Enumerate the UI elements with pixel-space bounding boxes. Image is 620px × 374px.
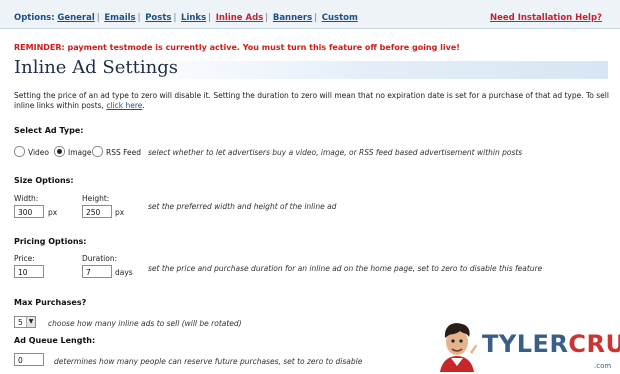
- radio-video-label: Video: [28, 148, 50, 157]
- price-input[interactable]: 10: [14, 265, 44, 278]
- brand-suffix: .com: [594, 362, 612, 370]
- chevron-down-icon[interactable]: ▼: [26, 317, 35, 327]
- nav-inline-ads[interactable]: Inline Ads: [216, 13, 264, 23]
- width-label: Width:: [14, 194, 39, 203]
- max-purchases-value: 5: [18, 318, 23, 327]
- radio-image-button[interactable]: [54, 146, 65, 157]
- testmode-reminder: REMINDER: payment testmode is currently …: [14, 43, 460, 52]
- queue-description: determines how many people can reserve f…: [54, 357, 363, 366]
- radio-image[interactable]: Image: [54, 146, 92, 157]
- width-input[interactable]: 300: [14, 205, 44, 218]
- price-label: Price:: [14, 254, 35, 263]
- radio-rss-button[interactable]: [92, 146, 103, 157]
- size-heading: Size Options:: [14, 176, 74, 185]
- height-input[interactable]: 250: [82, 205, 112, 218]
- width-unit: px: [48, 208, 58, 217]
- duration-input[interactable]: 7: [82, 265, 112, 278]
- radio-video-button[interactable]: [14, 146, 25, 157]
- pricing-heading: Pricing Options:: [14, 237, 87, 246]
- brand-logo: TYLERCRUZ: [482, 330, 620, 358]
- options-label: Options:: [14, 13, 55, 23]
- nav-posts[interactable]: Posts: [145, 13, 171, 23]
- intro-body: Setting the price of an ad type to zero …: [14, 91, 609, 110]
- nav-custom[interactable]: Custom: [322, 13, 358, 23]
- radio-rss-label: RSS Feed: [106, 148, 142, 157]
- radio-image-label: Image: [68, 148, 92, 157]
- inline-links-link[interactable]: click here: [106, 101, 142, 110]
- nav-general[interactable]: General: [57, 13, 94, 23]
- duration-label: Duration:: [82, 254, 118, 263]
- queue-input[interactable]: 0: [14, 353, 44, 366]
- nav-banners[interactable]: Banners: [273, 13, 312, 23]
- height-label: Height:: [82, 194, 110, 203]
- page-title: Inline Ad Settings: [14, 57, 178, 78]
- ad-type-heading: Select Ad Type:: [14, 126, 84, 135]
- max-purchases-heading: Max Purchases?: [14, 298, 87, 307]
- radio-video[interactable]: Video: [14, 146, 49, 157]
- tylercruz-watermark: TYLERCRUZ .com: [430, 322, 620, 374]
- intro-end: .: [142, 101, 145, 110]
- size-description: set the preferred width and height of th…: [148, 202, 337, 211]
- nav-emails[interactable]: Emails: [104, 13, 135, 23]
- pricing-description: set the price and purchase duration for …: [148, 264, 543, 273]
- height-unit: px: [115, 208, 125, 217]
- intro-text: Setting the price of an ad type to zero …: [14, 91, 610, 111]
- ad-type-description: select whether to let advertisers buy a …: [148, 148, 523, 157]
- options-nav: Options: General | Emails | Posts | Links | …: [14, 13, 358, 23]
- queue-heading: Ad Queue Length:: [14, 336, 96, 345]
- installation-help-link[interactable]: Need Installation Help?: [490, 13, 602, 23]
- duration-unit: days: [115, 268, 133, 277]
- max-purchases-select[interactable]: 5 ▼: [14, 316, 36, 328]
- max-purchases-description: choose how many inline ads to sell (will…: [48, 319, 242, 328]
- nav-links[interactable]: Links: [181, 13, 206, 23]
- cartoon-avatar-icon: [440, 323, 477, 372]
- radio-rss-feed[interactable]: RSS Feed: [92, 146, 141, 157]
